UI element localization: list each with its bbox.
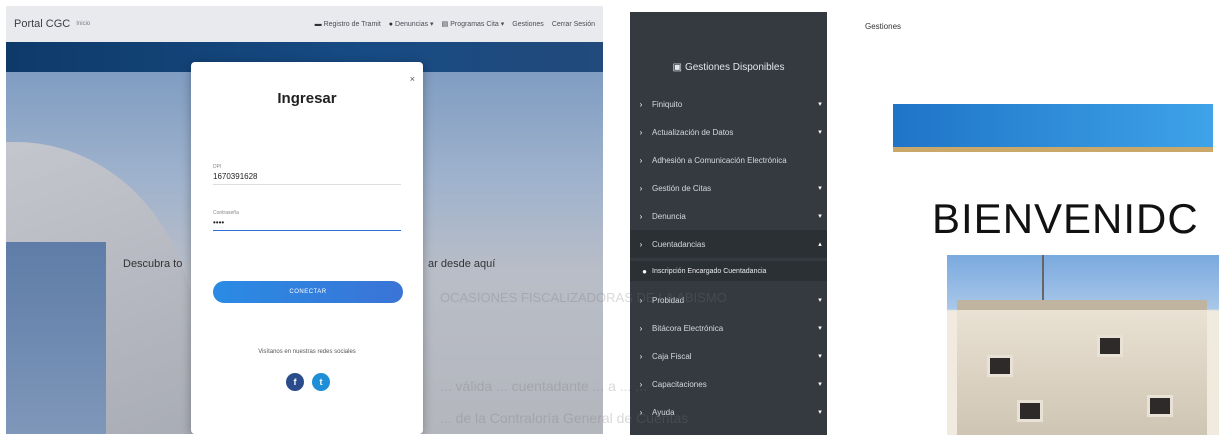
- top-nav: ▬ Registro de Tramit ● Denuncias ▾ ▤ Progra…: [315, 20, 595, 29]
- ghost-text: ... válida ... cuentadante ... a ... ...: [440, 378, 648, 394]
- chevron-right-icon: ›: [639, 99, 643, 109]
- sidebar-header: ▣ Gestiones Disponibles: [630, 62, 827, 73]
- top-navbar: Portal CGC Inicio ▬ Registro de Tramit ● D…: [6, 6, 603, 42]
- chevron-right-icon: ›: [639, 323, 643, 333]
- chevron-right-icon: ›: [639, 351, 643, 361]
- gestiones-link[interactable]: Gestiones: [865, 22, 901, 31]
- sidebar: ▣ Gestiones Disponibles › Finiquito ▾ › Actu…: [630, 12, 827, 435]
- nav-programas[interactable]: ▤ Programas Cita ▾: [442, 20, 505, 28]
- chevron-down-icon: ▾: [818, 185, 822, 192]
- sidebar-subitem-inscripcion[interactable]: ● Inscripción Encargado Cuentadancia: [630, 261, 827, 281]
- sidebar-item-label: Cuentadancias: [652, 239, 706, 249]
- hero-text-right: ar desde aquí: [428, 258, 496, 270]
- user-field-label: DPI: [213, 164, 222, 170]
- chevron-right-icon: ›: [639, 155, 643, 165]
- password-field-underline: [213, 230, 401, 231]
- ghost-text: OCASIONES FISCALIZADORAS DE LA ABISMO: [440, 290, 727, 305]
- nav-programas-label: Programas Cita ▾: [450, 21, 505, 28]
- building-photo: [947, 255, 1219, 435]
- sidebar-item-bitacora[interactable]: › Bitácora Electrónica ▾: [630, 314, 827, 342]
- window: [987, 355, 1013, 377]
- screenshot-composite: Portal CGC Inicio ▬ Registro de Tramit ● D…: [0, 0, 1219, 435]
- login-modal: × Ingresar DPI 1670391628 Contraseña •••…: [191, 62, 423, 434]
- chevron-down-icon: ▾: [818, 325, 822, 332]
- folder-icon: ▣: [672, 62, 682, 73]
- chevron-down-icon: ▾: [818, 409, 822, 416]
- chevron-down-icon: ▾: [818, 129, 822, 136]
- nav-gestiones[interactable]: Gestiones: [512, 21, 544, 28]
- sidebar-item-denuncia[interactable]: › Denuncia ▾: [630, 202, 827, 230]
- welcome-heading: BIENVENIDC: [932, 195, 1199, 242]
- chevron-down-icon: ▾: [818, 381, 822, 388]
- nav-registro-label: Registro de Tramit: [323, 20, 381, 28]
- password-field-value: ••••: [213, 218, 225, 227]
- nav-cerrar[interactable]: Cerrar Sesión: [552, 21, 595, 28]
- hero-text-left: Descubra to: [123, 258, 183, 270]
- chevron-down-icon: ▾: [818, 213, 822, 220]
- chevron-right-icon: ›: [639, 183, 643, 193]
- nav-registro[interactable]: ▬ Registro de Tramit: [315, 21, 381, 28]
- user-field[interactable]: DPI 1670391628: [213, 164, 401, 185]
- chevron-right-icon: ›: [639, 239, 643, 249]
- card-icon: ▬: [314, 20, 322, 28]
- sidebar-item-label: Finiquito: [652, 99, 683, 109]
- window: [1147, 395, 1173, 417]
- welcome-page: Gestiones BIENVENIDC: [827, 0, 1219, 435]
- chevron-right-icon: ›: [639, 127, 643, 137]
- sidebar-item-label: Adhesión a Comunicación Electrónica: [652, 155, 787, 165]
- ghost-text: ... de la Contraloría General de Cuentas: [440, 410, 689, 426]
- nav-denuncias-label: Denuncias ▾: [395, 21, 434, 28]
- password-field[interactable]: Contraseña ••••: [213, 210, 401, 231]
- twitter-icon[interactable]: t: [312, 373, 330, 391]
- login-screen: Portal CGC Inicio ▬ Registro de Tramit ● D…: [6, 6, 603, 434]
- chevron-down-icon: ▾: [818, 353, 822, 360]
- user-field-underline: [213, 184, 401, 185]
- chevron-down-icon: ▾: [818, 297, 822, 304]
- user-icon: ●: [388, 21, 394, 28]
- nav-denuncias[interactable]: ● Denuncias ▾: [389, 20, 434, 28]
- connect-button[interactable]: CONECTAR: [213, 281, 403, 303]
- window: [1017, 400, 1043, 422]
- sidebar-item-cuentadancias[interactable]: › Cuentadancias ▴: [630, 230, 827, 258]
- chevron-right-icon: ›: [639, 211, 643, 221]
- close-icon[interactable]: ×: [410, 74, 415, 84]
- header-band-right: [893, 104, 1213, 152]
- sidebar-item-label: Capacitaciones: [652, 379, 707, 389]
- sidebar-item-capacitaciones[interactable]: › Capacitaciones ▾: [630, 370, 827, 398]
- check-circle-icon: ●: [642, 266, 647, 276]
- sidebar-item-label: Actualización de Datos: [652, 127, 734, 137]
- brand-link[interactable]: Portal CGC: [14, 18, 70, 30]
- sidebar-item-label: Caja Fiscal: [652, 351, 692, 361]
- sidebar-item-adhesion[interactable]: › Adhesión a Comunicación Electrónica: [630, 146, 827, 174]
- sidebar-item-finiquito[interactable]: › Finiquito ▾: [630, 90, 827, 118]
- sidebar-item-label: Bitácora Electrónica: [652, 323, 724, 333]
- sidebar-item-label: Gestión de Citas: [652, 183, 712, 193]
- social-text: Visítanos en nuestras redes sociales: [258, 349, 356, 355]
- sidebar-item-caja-fiscal[interactable]: › Caja Fiscal ▾: [630, 342, 827, 370]
- user-field-value: 1670391628: [213, 172, 258, 181]
- chevron-down-icon: ▾: [818, 101, 822, 108]
- facebook-icon[interactable]: f: [286, 373, 304, 391]
- window: [1097, 335, 1123, 357]
- chevron-up-icon: ▴: [818, 241, 822, 248]
- list-icon: ▤: [441, 21, 449, 28]
- password-field-label: Contraseña: [213, 210, 239, 216]
- sidebar-item-citas[interactable]: › Gestión de Citas ▾: [630, 174, 827, 202]
- sidebar-subitem-label: Inscripción Encargado Cuentadancia: [652, 267, 767, 275]
- sidebar-item-label: Denuncia: [652, 211, 686, 221]
- modal-title: Ingresar: [277, 90, 337, 107]
- home-link[interactable]: Inicio: [76, 21, 90, 27]
- sidebar-header-label: Gestiones Disponibles: [684, 62, 785, 73]
- sidebar-item-actualizacion[interactable]: › Actualización de Datos ▾: [630, 118, 827, 146]
